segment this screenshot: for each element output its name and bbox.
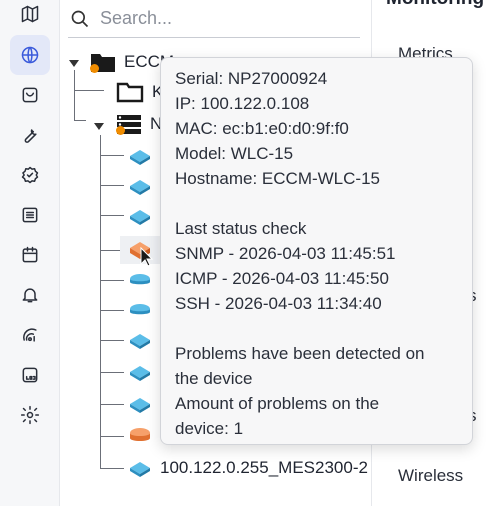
switch-icon (130, 462, 150, 477)
tree-row-folder[interactable]: K (116, 78, 163, 106)
tooltip-amount: Amount of problems on the (175, 394, 380, 413)
status-indicator (116, 126, 125, 135)
access-point-icon (130, 150, 150, 165)
tooltip-spacer (175, 191, 458, 216)
tooltip-spacer (175, 316, 458, 341)
calendar-icon[interactable] (10, 235, 50, 275)
bell-icon[interactable] (10, 275, 50, 315)
tooltip-problems: the device (175, 369, 253, 388)
tooltip-hostname: Hostname: ECCM-WLC-15 (175, 169, 380, 188)
gear-icon[interactable] (10, 395, 50, 435)
search-bar (68, 0, 360, 38)
chevron-down-icon[interactable] (69, 60, 79, 67)
globe-icon[interactable] (10, 35, 50, 75)
tree-row-device[interactable] (128, 202, 152, 230)
tree-connector (100, 404, 124, 405)
tooltip-ssh: SSH - 2026-04-03 11:34:40 (175, 294, 382, 313)
map-icon[interactable] (10, 0, 50, 34)
signal-icon[interactable] (10, 315, 50, 355)
icon-rail (0, 0, 60, 506)
tree-row-device[interactable] (128, 266, 152, 294)
router-icon (130, 304, 150, 315)
list-icon[interactable] (10, 195, 50, 235)
tree-connector (74, 120, 86, 121)
tooltip-mac: MAC: ec:b1:e0:d0:9f:f0 (175, 119, 349, 138)
tree-row-label: 100.122.0.255_MES2300-2 (160, 458, 368, 477)
badge-check-icon[interactable] (10, 155, 50, 195)
tooltip-ip: IP: 100.122.0.108 (175, 94, 310, 113)
tooltip-serial: Serial: NP27000924 (175, 69, 328, 88)
search-input[interactable] (100, 8, 340, 29)
tree-connector (100, 436, 124, 437)
switch-icon (130, 366, 150, 381)
status-indicator (90, 64, 99, 73)
inbox-icon[interactable] (10, 75, 50, 115)
tree-row-device[interactable]: 100.122.0.255_MES2300-2 (128, 454, 368, 482)
router-icon (130, 428, 150, 441)
panel-title: Monitoring (386, 0, 484, 10)
tooltip-icmp: ICMP - 2026-04-03 11:45:50 (175, 269, 389, 288)
tree-connector (74, 90, 104, 91)
tree-connector (100, 155, 124, 156)
tooltip-problems: Problems have been detected on (175, 344, 425, 363)
tree-connector (74, 70, 75, 90)
nav-item-wireless[interactable]: Wireless (398, 466, 463, 486)
tooltip-snmp: SNMP - 2026-04-03 11:45:51 (175, 244, 396, 263)
tree-connector (100, 280, 124, 281)
folder-icon (116, 82, 144, 103)
tooltip-model: Model: WLC-15 (175, 144, 294, 163)
tooltip-amount: device: 1 (175, 419, 244, 438)
tree-row-device[interactable] (128, 326, 152, 354)
tree-connector (100, 468, 124, 469)
wrench-icon[interactable] (10, 115, 50, 155)
access-point-icon (130, 180, 150, 195)
tree-connector (74, 90, 75, 120)
search-icon (71, 10, 89, 27)
device-tooltip: Serial: NP27000924 IP: 100.122.0.108 MAC… (160, 57, 473, 445)
tree-row-device[interactable] (128, 142, 152, 170)
switch-icon (130, 398, 150, 413)
tree-row-device[interactable] (128, 172, 152, 200)
tree-row-device[interactable] (128, 390, 152, 418)
tree-row-device[interactable] (128, 296, 152, 324)
tree-connector (100, 340, 124, 341)
mouse-cursor-icon (140, 247, 154, 267)
logs-icon[interactable] (10, 355, 50, 395)
tree-connector (100, 185, 124, 186)
tree-connector (100, 215, 124, 216)
tree-row-device[interactable] (128, 358, 152, 386)
switch-icon (130, 334, 150, 349)
router-icon (130, 274, 150, 285)
chevron-down-icon[interactable] (94, 123, 104, 130)
tree-connector (100, 310, 124, 311)
access-point-icon (130, 210, 150, 225)
tree-connector (100, 372, 124, 373)
tooltip-status-title: Last status check (175, 219, 307, 238)
